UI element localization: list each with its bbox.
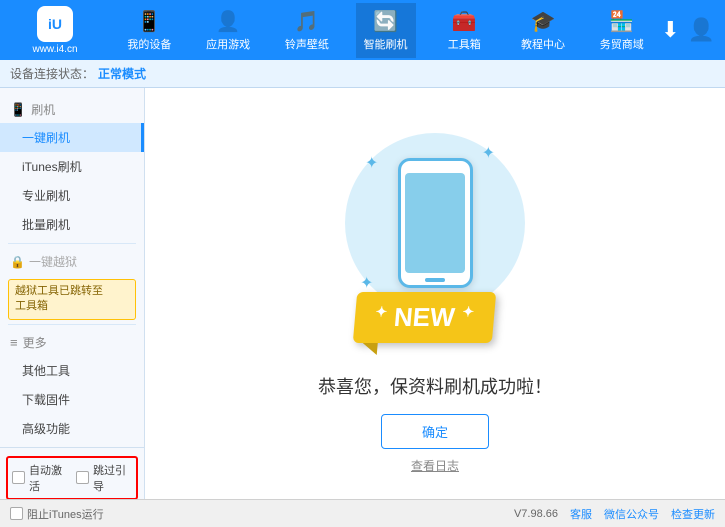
- sidebar-divider-2: [8, 324, 136, 325]
- nav-bar: 📱 我的设备 👤 应用游戏 🎵 铃声壁纸 🔄 智能刷机 🧰 工具箱 🎓 教程中心…: [110, 3, 661, 58]
- sparkle-1: ✦: [365, 153, 378, 173]
- main-layout: 📱 刷机 一键刷机 iTunes刷机 专业刷机 批量刷机 🔒 一键越狱: [0, 88, 725, 499]
- sidebar-item-pro-flash[interactable]: 专业刷机: [0, 181, 144, 210]
- phone-body: [398, 158, 473, 288]
- download-btn[interactable]: ⬇: [661, 17, 679, 43]
- more-group-label: 更多: [23, 334, 47, 351]
- status-bar: 设备连接状态： 正常模式: [0, 60, 725, 88]
- notice-box: 越狱工具已跳转至工具箱: [8, 279, 136, 320]
- toolbox-icon: 🧰: [452, 9, 477, 34]
- nav-service-label: 务贸商域: [600, 36, 644, 52]
- sidebar-divider-1: [8, 243, 136, 244]
- advanced-label: 高级功能: [22, 422, 70, 436]
- ribbon-fold: [362, 343, 378, 355]
- nav-tutorial[interactable]: 🎓 教程中心: [513, 3, 573, 58]
- nav-my-device-label: 我的设备: [127, 36, 171, 52]
- customer-service-link[interactable]: 客服: [570, 506, 592, 522]
- sidebar-group-jailbreak: 🔒 一键越狱: [0, 248, 144, 275]
- sidebar-section-flash: 📱 刷机 一键刷机 iTunes刷机 专业刷机 批量刷机: [0, 96, 144, 239]
- logo: iU www.i4.cn: [0, 6, 110, 55]
- nav-ringtone-label: 铃声壁纸: [285, 36, 329, 52]
- new-label: NEW: [393, 302, 456, 332]
- bottom-left: 阻止iTunes运行: [10, 506, 104, 522]
- nav-ringtone[interactable]: 🎵 铃声壁纸: [277, 3, 337, 58]
- new-banner: ✦ NEW ✦: [355, 292, 494, 343]
- batch-flash-label: 批量刷机: [22, 218, 70, 232]
- bottom-right: V7.98.66 客服 微信公众号 检查更新: [514, 506, 715, 522]
- user-btn[interactable]: 👤: [688, 17, 715, 43]
- status-label: 设备连接状态：: [10, 65, 94, 82]
- nav-smart-flash[interactable]: 🔄 智能刷机: [356, 3, 416, 58]
- new-ribbon: ✦ NEW ✦: [353, 292, 496, 343]
- jailbreak-label: 一键越狱: [29, 253, 77, 270]
- download-firmware-label: 下载固件: [22, 393, 70, 407]
- sidebar-group-flash: 📱 刷机: [0, 96, 144, 123]
- confirm-button[interactable]: 确定: [381, 414, 489, 449]
- sidebar-item-batch-flash[interactable]: 批量刷机: [0, 210, 144, 239]
- sidebar-section-more: ≡ 更多 其他工具 下载固件 高级功能: [0, 329, 144, 443]
- one-key-flash-label: 一键刷机: [22, 131, 70, 145]
- ringtone-icon: 🎵: [294, 9, 319, 34]
- phone-circle: ✦ ✦ ✦: [345, 133, 525, 313]
- sidebar: 📱 刷机 一键刷机 iTunes刷机 专业刷机 批量刷机 🔒 一键越狱: [0, 88, 145, 499]
- itunes-label: 阻止iTunes运行: [27, 506, 104, 522]
- nav-toolbox-label: 工具箱: [448, 36, 481, 52]
- sidebar-item-one-key-flash[interactable]: 一键刷机: [0, 123, 144, 152]
- content-area: ✦ ✦ ✦ ✦ NEW ✦ 恭喜您，保资料刷机成功啦！ 确定 查看日志: [145, 88, 725, 499]
- header: iU www.i4.cn 📱 我的设备 👤 应用游戏 🎵 铃声壁纸 🔄 智能刷机…: [0, 0, 725, 60]
- nav-toolbox[interactable]: 🧰 工具箱: [434, 3, 494, 58]
- flash-group-icon: 📱: [10, 102, 26, 118]
- nav-my-device[interactable]: 📱 我的设备: [119, 3, 179, 58]
- new-star-right: ✦: [462, 303, 475, 319]
- wechat-link[interactable]: 微信公众号: [604, 506, 659, 522]
- lock-icon: 🔒: [10, 255, 25, 269]
- pro-flash-label: 专业刷机: [22, 189, 70, 203]
- header-right: ⬇ 👤: [661, 17, 725, 43]
- phone-button: [425, 278, 445, 282]
- sidebar-item-advanced[interactable]: 高级功能: [0, 414, 144, 443]
- status-value: 正常模式: [98, 65, 146, 82]
- itunes-flash-label: iTunes刷机: [22, 160, 82, 174]
- sidebar-section-jailbreak: 🔒 一键越狱 越狱工具已跳转至工具箱: [0, 248, 144, 320]
- sparkle-3: ✦: [360, 273, 373, 293]
- logo-icon: iU: [37, 6, 73, 42]
- itunes-checkbox[interactable]: [10, 507, 23, 520]
- tutorial-icon: 🎓: [531, 9, 556, 34]
- nav-smart-flash-label: 智能刷机: [364, 36, 408, 52]
- phone-screen: [405, 173, 465, 273]
- auto-activate-row: 自动激活 跳过引导: [6, 456, 138, 499]
- log-link[interactable]: 查看日志: [411, 457, 459, 474]
- auto-activate-label: 自动激活: [29, 462, 68, 494]
- guide-checkbox[interactable]: [76, 471, 89, 484]
- bottom-bar: 阻止iTunes运行 V7.98.66 客服 微信公众号 检查更新: [0, 499, 725, 527]
- service-icon: 🏪: [609, 9, 634, 34]
- my-device-icon: 📱: [137, 9, 162, 34]
- sparkle-2: ✦: [482, 143, 495, 163]
- phone-illustration: ✦ ✦ ✦ ✦ NEW ✦: [335, 113, 535, 333]
- nav-app-game[interactable]: 👤 应用游戏: [198, 3, 258, 58]
- sidebar-item-other-tools[interactable]: 其他工具: [0, 356, 144, 385]
- version-label: V7.98.66: [514, 508, 558, 520]
- app-game-icon: 👤: [216, 9, 241, 34]
- new-star-left: ✦: [375, 303, 388, 319]
- more-group-icon: ≡: [10, 335, 18, 350]
- flash-group-label: 刷机: [31, 101, 55, 118]
- nav-tutorial-label: 教程中心: [521, 36, 565, 52]
- auto-activate-checkbox[interactable]: [12, 471, 25, 484]
- sidebar-item-itunes-flash[interactable]: iTunes刷机: [0, 152, 144, 181]
- sidebar-item-download-firmware[interactable]: 下载固件: [0, 385, 144, 414]
- check-update-link[interactable]: 检查更新: [671, 506, 715, 522]
- sidebar-group-more: ≡ 更多: [0, 329, 144, 356]
- success-text: 恭喜您，保资料刷机成功啦！: [318, 373, 552, 399]
- guide-label: 跳过引导: [93, 462, 132, 494]
- nav-app-game-label: 应用游戏: [206, 36, 250, 52]
- nav-service[interactable]: 🏪 务贸商域: [592, 3, 652, 58]
- smart-flash-icon: 🔄: [373, 9, 398, 34]
- logo-text: www.i4.cn: [32, 44, 77, 55]
- other-tools-label: 其他工具: [22, 364, 70, 378]
- notice-text: 越狱工具已跳转至工具箱: [15, 285, 103, 312]
